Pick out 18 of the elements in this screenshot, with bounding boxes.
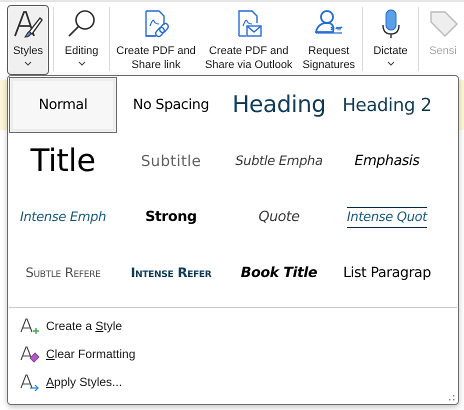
style-option[interactable]: Normal xyxy=(9,77,117,133)
ribbon-button[interactable]: Dictate xyxy=(367,5,414,75)
letter-plus-icon xyxy=(20,317,40,335)
chevron-icon xyxy=(386,61,395,66)
menu-item[interactable]: Clear Formatting xyxy=(20,340,458,368)
letter-brush-icon xyxy=(12,8,44,40)
letter-arrow-icon xyxy=(20,373,40,391)
letter-eraser-icon xyxy=(20,345,40,363)
ribbon-button[interactable]: Create PDF and Share link xyxy=(114,5,198,75)
chevron-icon xyxy=(78,61,86,66)
ribbon-button[interactable]: Styles xyxy=(7,5,50,75)
resize-grip-icon[interactable] xyxy=(449,395,455,401)
menu-item[interactable]: Create a Style xyxy=(20,312,458,340)
menu-item[interactable]: Apply Styles... xyxy=(20,368,458,396)
chevron-icon xyxy=(24,61,32,66)
ribbon-button[interactable]: Request Signatures xyxy=(300,5,358,75)
ribbon-button[interactable]: Editing xyxy=(58,5,106,75)
ribbon-button[interactable]: Create PDF and Share via Outlook xyxy=(200,5,298,75)
